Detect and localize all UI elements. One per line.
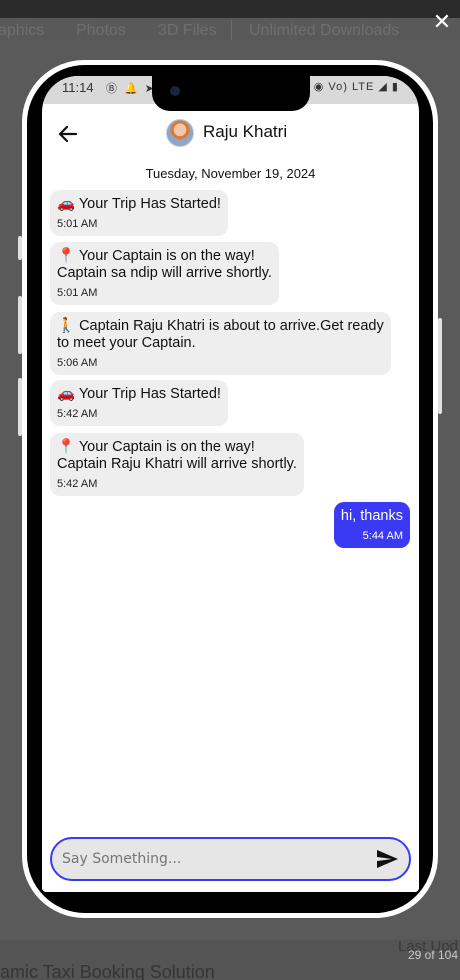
- product-title: amic Taxi Booking Solution: [0, 962, 215, 980]
- phone-power-button: [438, 318, 442, 414]
- message-time: 5:01 AM: [57, 287, 98, 299]
- nav-divider: [231, 20, 232, 40]
- message-time: 5:42 AM: [57, 478, 98, 490]
- phone-screen: 11:14 Ⓑ 🔔 ➤ ◉ Vo) LTE ◢ ▮ Raju Khatri Tu…: [42, 76, 419, 892]
- message-bubble: 📍 Your Captain is on the way! Captain Ra…: [50, 433, 304, 496]
- nav-item-3d-files[interactable]: 3D Files: [158, 22, 217, 40]
- status-right-icons: ◉ Vo) LTE ◢ ▮: [313, 81, 399, 93]
- close-icon[interactable]: ✕: [430, 10, 454, 34]
- camera-icon: [170, 86, 180, 96]
- message-text: 📍 Your Captain is on the way! Captain Ra…: [57, 439, 297, 472]
- contact-name: Raju Khatri: [203, 122, 288, 141]
- nav-item-graphics[interactable]: aphics: [0, 22, 44, 40]
- message-time: 5:01 AM: [57, 218, 98, 230]
- message-text: 🚶 Captain Raju Khatri is about to arrive…: [57, 318, 384, 351]
- chat-header: Raju Khatri: [42, 116, 419, 152]
- message-bubble: 🚗 Your Trip Has Started! 5:42 AM: [50, 380, 228, 426]
- message-time: 5:06 AM: [57, 357, 98, 369]
- status-left-icons: Ⓑ 🔔 ➤: [106, 83, 157, 95]
- message-time: 5:44 AM: [362, 530, 403, 542]
- message-time: 5:42 AM: [57, 408, 98, 420]
- nav-item-unlimited-downloads[interactable]: Unlimited Downloads: [249, 22, 399, 40]
- image-counter: 29 of 104: [407, 948, 458, 962]
- site-nav: aphics Photos 3D Files Unlimited Downloa…: [0, 18, 460, 42]
- send-icon[interactable]: [375, 847, 399, 871]
- message-text: hi, thanks: [340, 508, 403, 524]
- message-input[interactable]: [62, 848, 362, 870]
- avatar[interactable]: [166, 119, 194, 147]
- message-text: 📍 Your Captain is on the way! Captain sa…: [57, 248, 272, 281]
- phone-notch: [152, 76, 310, 111]
- back-arrow-icon[interactable]: [56, 122, 80, 146]
- message-text: 🚗 Your Trip Has Started!: [57, 196, 221, 212]
- status-time: 11:14: [62, 80, 94, 95]
- message-bubble: 🚶 Captain Raju Khatri is about to arrive…: [50, 312, 391, 375]
- date-separator: Tuesday, November 19, 2024: [145, 166, 316, 181]
- message-text: 🚗 Your Trip Has Started!: [57, 386, 221, 402]
- message-bubble: 📍 Your Captain is on the way! Captain sa…: [50, 242, 279, 305]
- sent-message-bubble: hi, thanks 5:44 AM: [333, 502, 410, 548]
- message-bubble: 🚗 Your Trip Has Started! 5:01 AM: [50, 190, 228, 236]
- site-footer: Last Upd 29 of 104 amic Taxi Booking Sol…: [0, 938, 460, 980]
- message-composer: [50, 837, 411, 881]
- nav-item-photos[interactable]: Photos: [76, 22, 126, 40]
- site-top-bar: [0, 0, 460, 18]
